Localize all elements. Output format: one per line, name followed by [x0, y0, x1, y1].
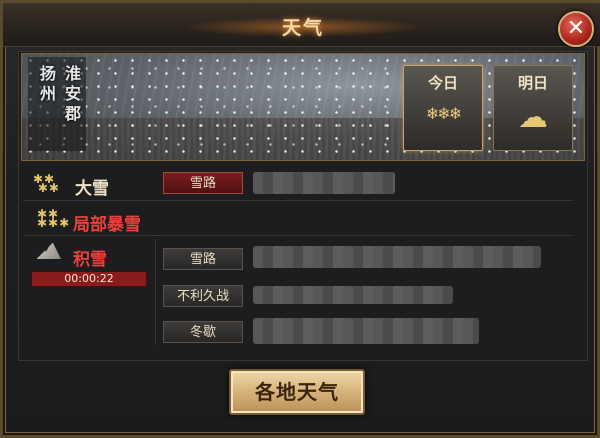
tab-today-label: 今日 [427, 74, 458, 92]
panel-title: 天气 [281, 17, 324, 39]
region-commandery: 淮安郡 [62, 65, 81, 125]
column-divider [155, 239, 156, 345]
weather-snow-cover: 积雪 [73, 250, 107, 270]
weather-heavy-snow: 大雪 [75, 179, 109, 199]
snowflakes-icon: ❄❄❄ [425, 104, 462, 123]
row-divider [23, 200, 573, 201]
tab-tomorrow[interactable]: 明日 ☁ [493, 65, 573, 151]
weather-panel: 天气 ✕ 扬州 淮安郡 今日 ❄❄❄ 明日 ☁ ✱✱ ✱✱ 大雪 雪路 ✱✱ ✱✱… [0, 0, 600, 438]
title-bar: 天气 [3, 3, 600, 47]
weather-local-blizzard: 局部暴雪 [73, 215, 141, 235]
blurred-description [253, 172, 395, 194]
close-button[interactable]: ✕ [558, 11, 594, 47]
effect-winter-rest[interactable]: 冬歇 [163, 321, 243, 343]
blurred-description [253, 318, 479, 344]
region-name: 扬州 淮安郡 [28, 57, 86, 151]
effect-snow-road[interactable]: 雪路 [163, 248, 243, 270]
regional-weather-button[interactable]: 各地天气 [229, 369, 365, 415]
blurred-description [253, 246, 541, 268]
blizzard-icon: ✱✱ ✱✱✱ [37, 207, 71, 230]
row-divider [23, 235, 573, 236]
snow-cluster-icon: ✱✱ ✱✱ [33, 172, 60, 195]
tab-today[interactable]: 今日 ❄❄❄ [403, 65, 483, 151]
region-province: 扬州 [37, 65, 56, 105]
tab-tomorrow-label: 明日 [517, 74, 548, 92]
blurred-description [253, 286, 453, 304]
snow-cover-timer: 00:00:22 [31, 271, 147, 287]
effect-tag-snow-road[interactable]: 雪路 [163, 172, 243, 194]
effect-unfavorable-long-battle[interactable]: 不利久战 [163, 285, 243, 307]
cloud-icon: ☁ [518, 100, 548, 135]
